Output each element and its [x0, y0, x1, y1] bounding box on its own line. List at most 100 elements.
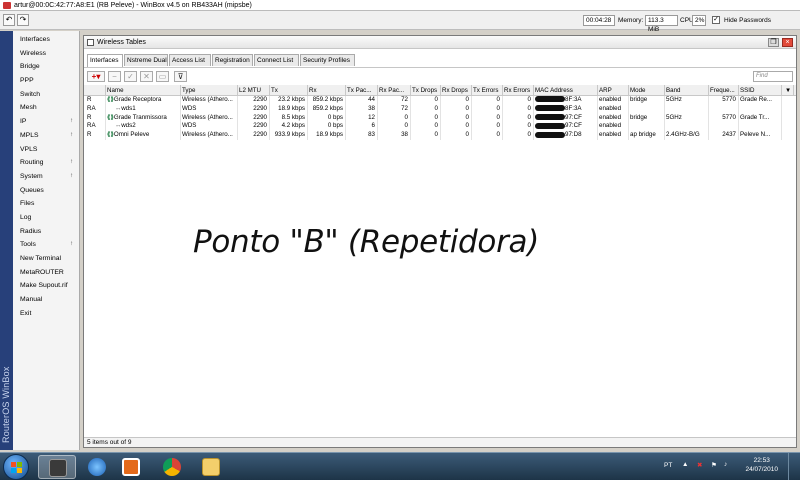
tab-nstreme-dual[interactable]: Nstreme Dual — [124, 54, 168, 66]
find-input[interactable]: Find — [753, 71, 793, 82]
table-row[interactable]: R ⟪⟫Grade Receptora Wireless (Athero... 229… — [84, 96, 796, 105]
cell-rxp: 0 — [378, 122, 411, 132]
sidebar-item-make-supout-rif[interactable]: Make Supout.rif — [13, 279, 80, 293]
table-row[interactable]: RA ↔wds2 WDS 2290 4.2 kbps 0 bps 6 0 0 0 0 0 97:CF en… — [84, 122, 796, 132]
column-header[interactable]: Rx Drops — [441, 85, 472, 95]
sidebar-item-routing[interactable]: Routing ↑ — [13, 156, 80, 170]
table-row[interactable]: RA ↔wds1 WDS 2290 18.9 kbps 859.2 kbps 38 72 0 0 0… — [84, 104, 796, 114]
tab-security-profiles[interactable]: Security Profiles — [300, 54, 355, 66]
internet-explorer-taskbar-button[interactable] — [78, 455, 116, 479]
sidebar-item-radius[interactable]: Radius — [13, 225, 80, 239]
cell-freq — [709, 122, 739, 132]
column-menu-icon[interactable]: ▼ — [782, 85, 794, 95]
window-status-bar: 5 items out of 9 — [84, 437, 796, 447]
language-indicator[interactable]: PT — [664, 462, 672, 480]
undo-icon[interactable]: ↶ — [3, 14, 15, 26]
sidebar-item-interfaces[interactable]: Interfaces — [13, 33, 80, 47]
sidebar-item-files[interactable]: Files — [13, 197, 80, 211]
network-icon[interactable]: ✖ — [697, 461, 702, 480]
column-header[interactable]: Freque... — [709, 85, 739, 95]
cell-tx: 8.5 kbps — [270, 113, 308, 123]
remove-icon[interactable]: − — [108, 71, 121, 82]
column-header[interactable] — [86, 85, 106, 95]
table-row[interactable]: R ⟪⟫Omni Peleve Wireless (Athero... 2290 933… — [84, 131, 796, 140]
cell-txp: 44 — [346, 96, 378, 105]
table-row[interactable]: R ⟪⟫Grade Tranmissora Wireless (Athero... 2… — [84, 113, 796, 123]
sidebar-item-label: Manual — [20, 296, 43, 304]
submenu-arrow-icon: ↑ — [70, 118, 73, 125]
disable-icon[interactable]: ✕ — [140, 71, 153, 82]
sidebar-item-exit[interactable]: Exit — [13, 307, 80, 321]
column-header[interactable]: L2 MTU — [238, 85, 270, 95]
column-header[interactable]: Band — [665, 85, 709, 95]
cell-arp: enabled — [598, 113, 629, 123]
clock[interactable]: 22:53 24/07/2010 — [745, 456, 778, 474]
column-header[interactable]: ARP — [598, 85, 629, 95]
column-header[interactable]: SSID — [739, 85, 782, 95]
column-header[interactable]: Rx — [308, 85, 346, 95]
comment-icon[interactable]: ▭ — [156, 71, 169, 82]
column-header[interactable]: Tx Drops — [411, 85, 441, 95]
column-header[interactable]: Tx Pac... — [346, 85, 378, 95]
column-header[interactable]: Mode — [629, 85, 665, 95]
cell-rx: 859.2 kbps — [308, 104, 346, 114]
sidebar-item-log[interactable]: Log — [13, 211, 80, 225]
volume-icon[interactable]: ♪ — [724, 461, 727, 480]
file-explorer-taskbar-button[interactable] — [192, 455, 230, 479]
sidebar-item-bridge[interactable]: Bridge — [13, 60, 80, 74]
tab-interfaces[interactable]: Interfaces — [87, 54, 123, 67]
cell-mode: ap bridge — [629, 131, 665, 140]
sidebar-item-vpls[interactable]: VPLS — [13, 143, 80, 157]
tab-connect-list[interactable]: Connect List — [254, 54, 299, 66]
sidebar-item-ip[interactable]: IP ↑ — [13, 115, 80, 129]
sidebar-item-metarouter[interactable]: MetaROUTER — [13, 266, 80, 280]
column-header[interactable]: Tx — [270, 85, 308, 95]
sidebar-item-switch[interactable]: Switch — [13, 88, 80, 102]
restore-icon[interactable]: ❐ — [768, 38, 779, 47]
tab-registration[interactable]: Registration — [212, 54, 253, 66]
column-header[interactable]: Type — [181, 85, 238, 95]
column-header[interactable]: Name — [106, 85, 181, 95]
tray-expand-icon[interactable]: ▲ — [682, 461, 688, 480]
hide-passwords-checkbox[interactable]: ✓ — [712, 16, 720, 24]
taskbar: PT ▲ ✖ ⚑ ♪ 22:53 24/07/2010 — [0, 452, 800, 480]
column-header[interactable]: Tx Errors — [472, 85, 503, 95]
sidebar-item-new-terminal[interactable]: New Terminal — [13, 252, 80, 266]
sidebar-item-ppp[interactable]: PPP — [13, 74, 80, 88]
chrome-taskbar-button[interactable] — [153, 455, 191, 479]
cell-rxp: 72 — [378, 96, 411, 105]
close-icon[interactable]: × — [782, 38, 793, 47]
cell-rx: 859.2 kbps — [308, 96, 346, 105]
cell-rxd: 0 — [441, 131, 472, 140]
tab-access-list[interactable]: Access List — [169, 54, 211, 66]
sidebar-item-manual[interactable]: Manual — [13, 293, 80, 307]
cell-l2mtu: 2290 — [238, 122, 270, 132]
enable-icon[interactable]: ✓ — [124, 71, 137, 82]
window-title-bar: Wireless Tables ❐ × — [84, 36, 796, 49]
column-header[interactable]: MAC Address — [534, 85, 598, 95]
start-button[interactable] — [3, 454, 29, 480]
sidebar-item-tools[interactable]: Tools ↑ — [13, 238, 80, 252]
sidebar-item-label: Interfaces — [20, 36, 50, 43]
sidebar-item-label: Bridge — [20, 63, 40, 71]
redo-icon[interactable]: ↷ — [17, 14, 29, 26]
memory-display: 113.3 MiB — [645, 15, 678, 33]
media-player-taskbar-button[interactable] — [112, 455, 150, 479]
add-icon[interactable]: +▾ — [87, 71, 105, 82]
sidebar-item-mpls[interactable]: MPLS ↑ — [13, 129, 80, 143]
filter-icon[interactable]: ⊽ — [174, 71, 187, 82]
cell-type: WDS — [181, 122, 238, 132]
column-header[interactable]: Rx Errors — [503, 85, 534, 95]
sidebar-item-system[interactable]: System ↑ — [13, 170, 80, 184]
winbox-taskbar-button[interactable] — [38, 455, 76, 479]
main-toolbar: ↶ ↷ 00:04:28 Memory: 113.3 MiB CPU: 2% ✓… — [0, 11, 800, 33]
sidebar-item-queues[interactable]: Queues — [13, 184, 80, 198]
sidebar-item-wireless[interactable]: Wireless — [13, 47, 80, 61]
column-header[interactable]: Rx Pac... — [378, 85, 411, 95]
sidebar-item-mesh[interactable]: Mesh — [13, 101, 80, 115]
cell-tx: 23.2 kbps — [270, 96, 308, 105]
flag-icon[interactable]: ⚑ — [711, 461, 717, 480]
sidebar-item-label: System — [20, 172, 43, 180]
show-desktop-button[interactable] — [788, 453, 800, 480]
folder-icon — [202, 458, 220, 476]
